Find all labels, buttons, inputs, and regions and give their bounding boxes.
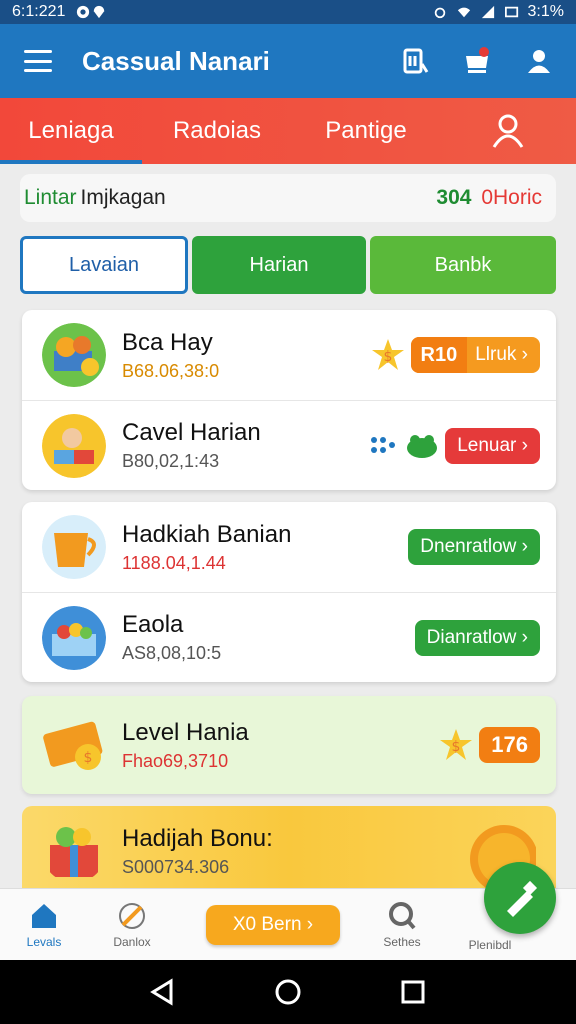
battery-icon <box>504 6 518 18</box>
info-status: 0Horic <box>481 186 542 209</box>
nav-plenibdl[interactable]: Plenibdl <box>446 938 534 952</box>
filter-lavaian[interactable]: Lavaian <box>20 236 188 294</box>
dnenratlow-button[interactable]: Dnenratlow › <box>408 529 540 565</box>
cup-icon <box>42 515 106 579</box>
coins-basket-icon <box>42 323 106 387</box>
app-bar: Cassual Nanari <box>0 24 576 98</box>
bonus-card[interactable]: Hadijah Bonu: S000734.306 <box>22 806 556 896</box>
item-title: Bca Hay <box>122 328 213 356</box>
item-subtitle: 1188.04,1.44 <box>122 552 226 573</box>
alarm-icon <box>434 7 445 19</box>
svg-text:$: $ <box>383 349 392 365</box>
character-icon <box>42 413 106 478</box>
item-title: Eaola <box>122 611 184 638</box>
reward-card-1: Bca Hay B68.06,38:0 $ R10 Llruk › Cavel … <box>22 310 556 490</box>
tab-radoias[interactable]: Radoias <box>142 98 292 164</box>
star-badge-icon: $ <box>371 339 404 370</box>
status-time: 6:1:221 <box>12 3 66 20</box>
item-subtitle: B68.06,38:0 <box>122 360 220 381</box>
tab-leniaga[interactable]: Leniaga <box>0 98 142 164</box>
list-item[interactable]: Eaola AS8,08,10:5 Dianratlow › <box>22 592 556 682</box>
ticket-coin-icon: $ <box>43 721 103 770</box>
back-icon[interactable] <box>149 978 177 1006</box>
app-title: Cassual Nanari <box>82 45 270 76</box>
location-icon <box>94 5 105 19</box>
pencil-icon <box>119 902 145 929</box>
info-count: 304 <box>436 186 472 209</box>
item-subtitle: AS8,08,10:5 <box>122 643 222 663</box>
home-button-icon[interactable] <box>274 978 302 1006</box>
nav-sethes[interactable]: Sethes <box>358 901 446 949</box>
floating-action-button[interactable] <box>484 862 556 934</box>
claim-button[interactable]: R10 Llruk › <box>410 337 540 373</box>
item-subtitle: B80,02,1:43 <box>122 451 220 471</box>
item-title: Hadkiah Banian <box>122 520 292 548</box>
dianratlow-button[interactable]: Dianratlow › <box>414 619 540 656</box>
list-item[interactable]: Cavel Harian B80,02,1:43 Lenuar › <box>22 400 556 490</box>
bonus-title: Hadijah Bonu: <box>122 824 273 852</box>
search-icon <box>389 901 416 929</box>
tab-pantige[interactable]: Pantige <box>292 98 440 164</box>
nav-levals[interactable]: Levals <box>0 901 88 949</box>
status-bar: 6:1:221 3:1% <box>0 0 576 24</box>
star-badge-icon: $ <box>440 729 473 760</box>
tool-icon <box>507 880 538 917</box>
frog-icon <box>407 434 438 458</box>
wifi-icon <box>457 7 470 18</box>
earn-button[interactable]: X0 Bern › <box>206 904 340 945</box>
item-title: Cavel Harian <box>122 419 261 446</box>
bonus-subtitle: S000734.306 <box>122 856 230 877</box>
gift-icon <box>50 827 98 877</box>
recents-icon[interactable] <box>399 978 427 1006</box>
reward-card-2: Hadkiah Banian 1188.04,1.44 Dnenratlow ›… <box>22 502 556 682</box>
profile-icon[interactable] <box>524 46 554 76</box>
menu-icon[interactable] <box>24 50 52 72</box>
info-bar: Lintar Imjkagan 304 0Horic <box>20 174 556 222</box>
clipboard-icon[interactable] <box>400 46 430 76</box>
info-label: Lintar <box>24 186 77 209</box>
level-title: Level Hania <box>122 718 249 746</box>
notification-icon <box>77 5 90 19</box>
user-outline-icon <box>492 114 524 148</box>
svg-text:$: $ <box>84 750 93 766</box>
battery-percent: 3:1% <box>527 3 564 20</box>
list-item[interactable]: Bca Hay B68.06,38:0 $ R10 Llruk › <box>22 310 556 400</box>
tab-profile[interactable] <box>440 98 576 164</box>
level-amount: 176 <box>479 727 540 763</box>
filter-group: Lavaian Harian Banbk <box>20 236 556 294</box>
svg-text:$: $ <box>452 739 461 755</box>
info-sublabel: Imjkagan <box>80 186 166 209</box>
reward-amount: R10 <box>410 337 468 373</box>
signal-icon <box>481 5 494 19</box>
filter-banbk[interactable]: Banbk <box>370 236 556 294</box>
dots-icon <box>371 436 396 453</box>
tab-bar: Leniaga Radoias Pantige <box>0 98 576 164</box>
lenuar-button[interactable]: Lenuar › <box>445 427 540 464</box>
level-subtitle: Fhao69,3710 <box>122 750 229 771</box>
home-icon <box>32 903 56 928</box>
filter-harian[interactable]: Harian <box>192 236 366 294</box>
nav-danlox[interactable]: Danlox <box>88 901 176 949</box>
basket-icon <box>42 605 106 670</box>
level-card[interactable]: $ Level Hania Fhao69,3710 $ 176 <box>22 696 556 794</box>
inbox-icon[interactable] <box>462 46 492 76</box>
system-nav-bar <box>0 960 576 1024</box>
list-item[interactable]: Hadkiah Banian 1188.04,1.44 Dnenratlow › <box>22 502 556 592</box>
